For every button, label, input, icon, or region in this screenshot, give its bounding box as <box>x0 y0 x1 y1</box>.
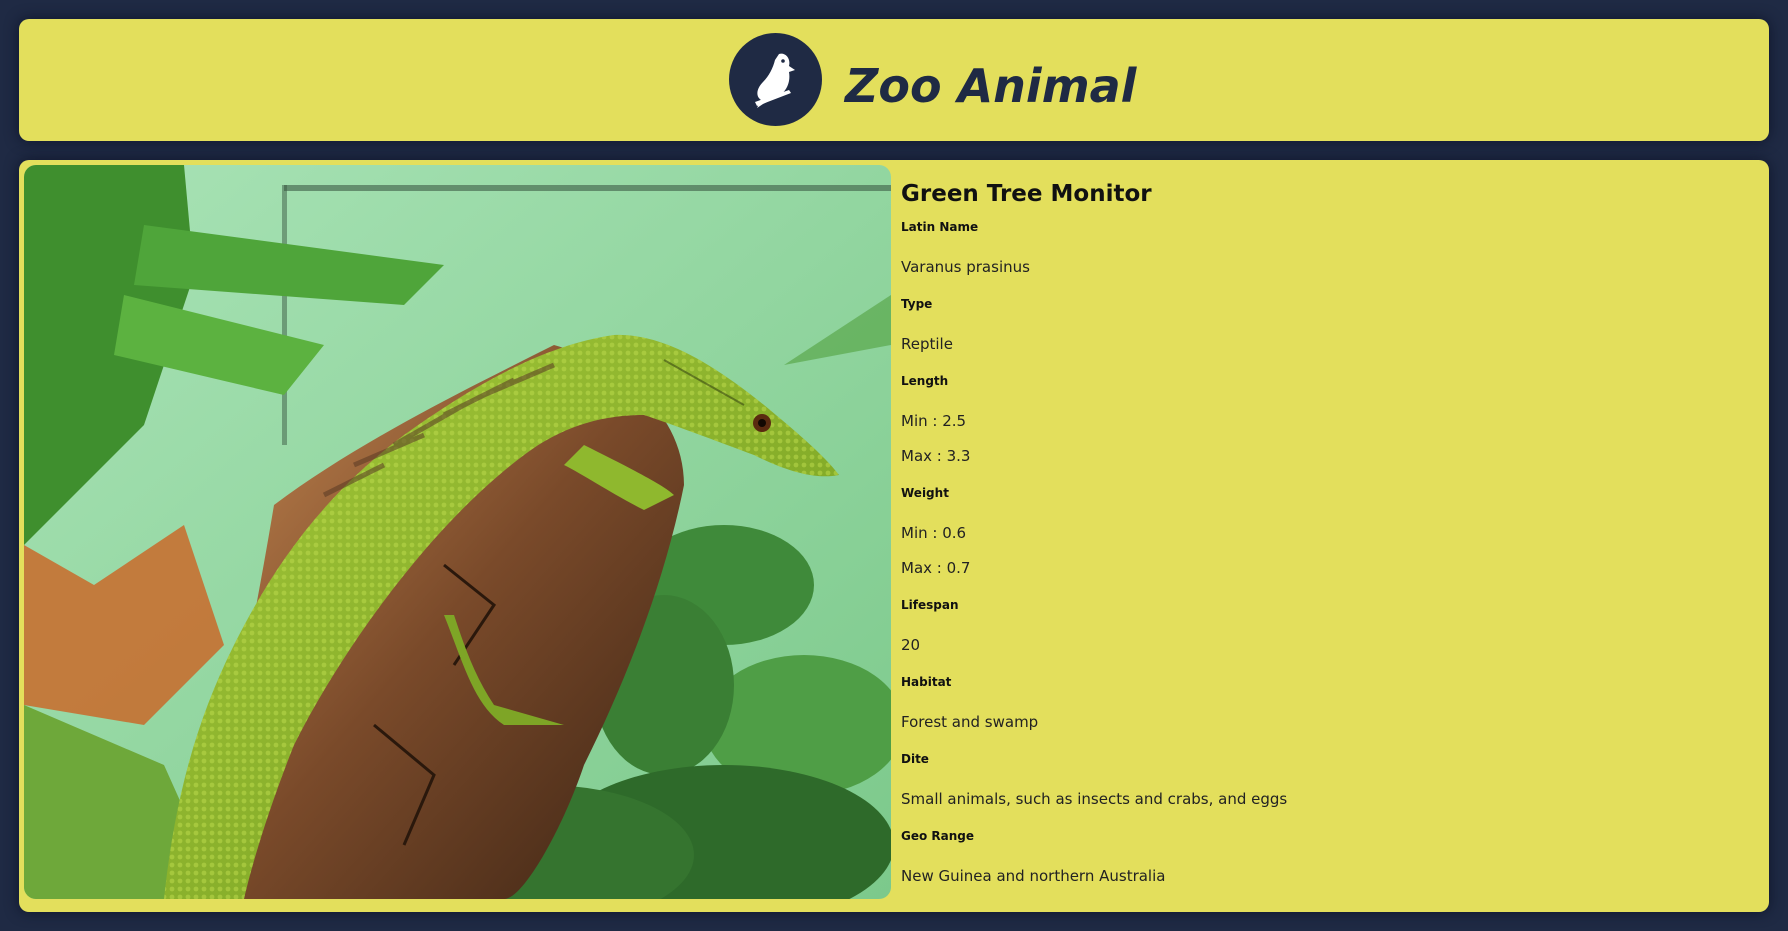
logo[interactable] <box>729 33 822 126</box>
diet-label: Dite <box>901 752 929 766</box>
weight-label: Weight <box>901 486 949 500</box>
animal-info: Green Tree Monitor Latin Name Varanus pr… <box>901 178 1741 904</box>
animal-card: Green Tree Monitor Latin Name Varanus pr… <box>19 160 1769 912</box>
type-label: Type <box>901 297 933 311</box>
length-min-value: Min : 2.5 <box>901 412 967 430</box>
weight-max-value: Max : 0.7 <box>901 559 971 577</box>
length-label: Length <box>901 374 949 388</box>
habitat-label: Habitat <box>901 675 952 689</box>
site-title: Zoo Animal <box>845 59 1137 113</box>
animal-name: Green Tree Monitor <box>901 181 1152 207</box>
length-max-value: Max : 3.3 <box>901 447 971 465</box>
diet-value: Small animals, such as insects and crabs… <box>901 790 1288 808</box>
weight-min-value: Min : 0.6 <box>901 524 967 542</box>
habitat-value: Forest and swamp <box>901 713 1039 731</box>
green-tree-monitor-photo <box>24 165 891 899</box>
geo-range-label: Geo Range <box>901 829 975 843</box>
lifespan-label: Lifespan <box>901 598 959 612</box>
latin-name-value: Varanus prasinus <box>901 258 1030 276</box>
type-value: Reptile <box>901 335 953 353</box>
lifespan-value: 20 <box>901 636 921 654</box>
site-header: Zoo Animal <box>19 19 1769 141</box>
latin-name-label: Latin Name <box>901 220 979 234</box>
geo-range-value: New Guinea and northern Australia <box>901 867 1166 885</box>
bird-icon <box>754 53 795 108</box>
